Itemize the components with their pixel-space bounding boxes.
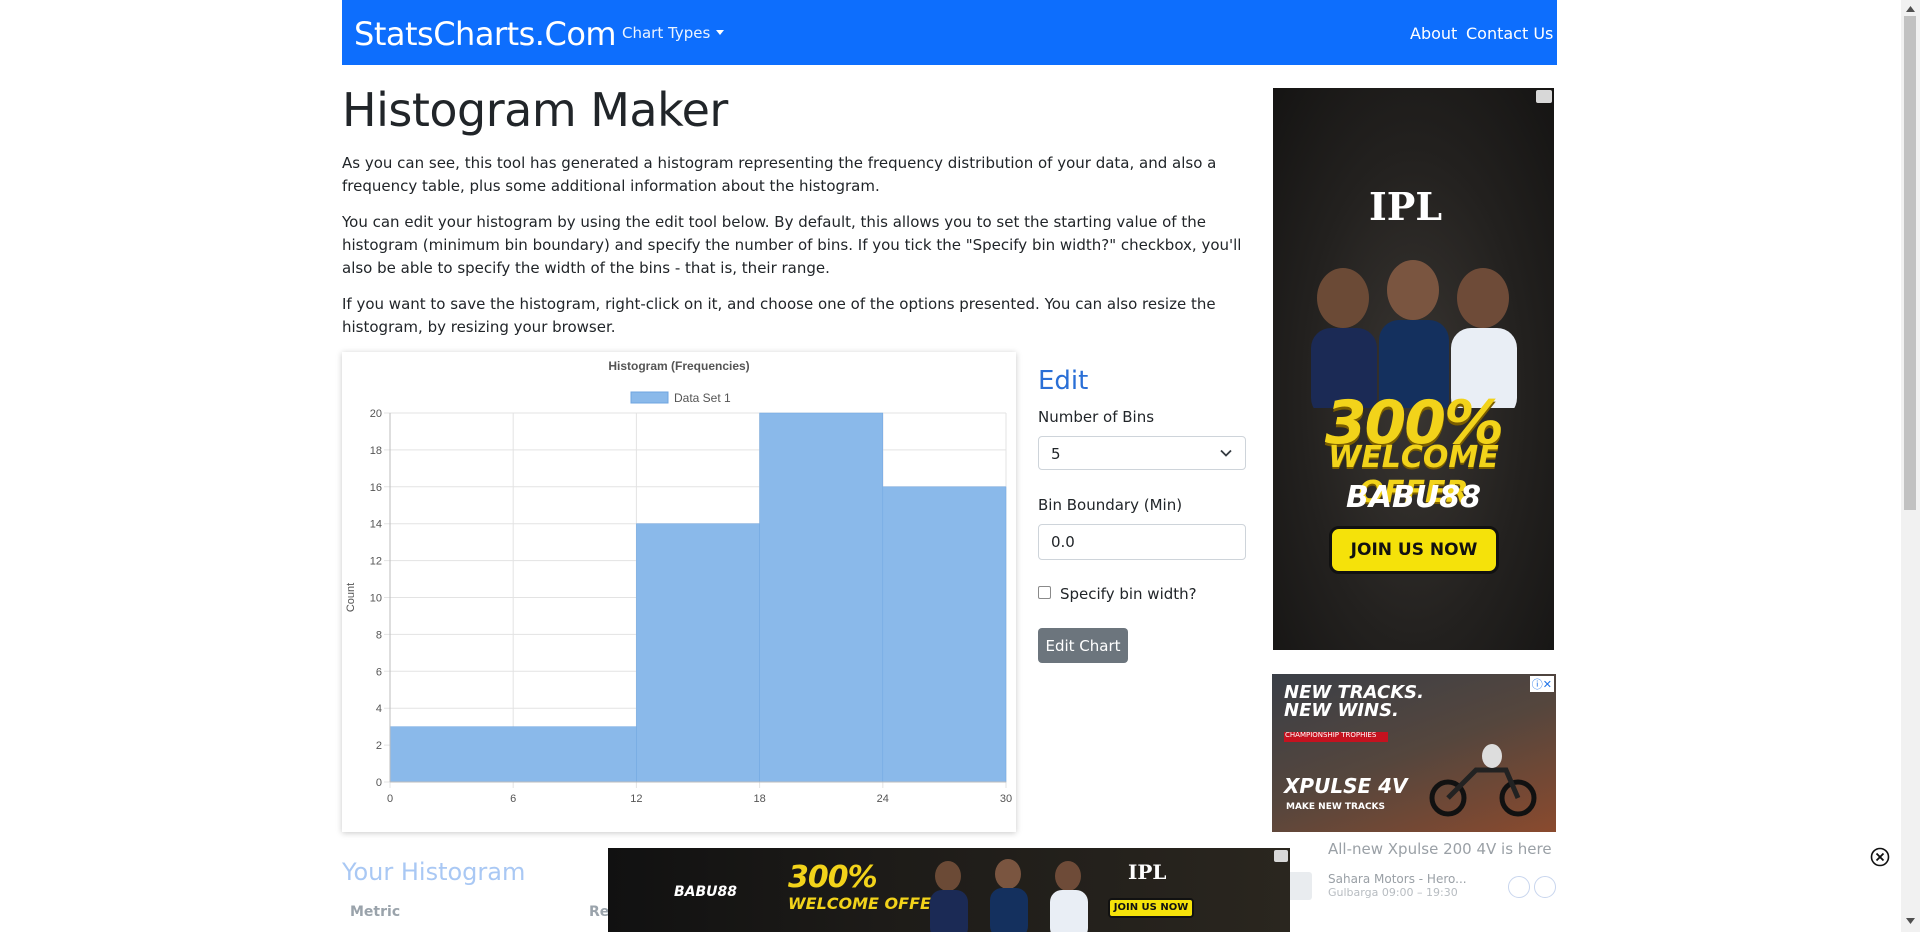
page-title: Histogram Maker [342,83,728,137]
chart-types-dropdown[interactable]: Chart Types [622,24,725,42]
y-tick-label: 16 [370,482,382,494]
metric-column-header: Metric [350,904,401,920]
caret-down-icon [716,30,725,35]
y-tick-label: 18 [370,445,382,457]
banner-brand: BABU88 [674,884,738,900]
y-tick-label: 6 [376,666,382,678]
ipl-side-ad[interactable]: IPL 300% WELCOME OFFER BABU88 JOIN US NO… [1273,88,1554,650]
bike-ad[interactable]: NEW TRACKS. NEW WINS. CHAMPIONSHIP TROPH… [1272,674,1556,832]
bike-ad-line-2: NEW WINS. [1284,700,1399,721]
bin-width-checkbox-label[interactable]: Specify bin width? [1060,585,1197,603]
bike-ad-headline[interactable]: All-new Xpulse 200 4V is here [1328,840,1552,858]
players-image [1311,260,1517,408]
bin-width-checkbox[interactable] [1038,586,1051,599]
y-tick-label: 2 [376,740,382,752]
about-link[interactable]: About [1410,24,1457,43]
bike-tagline: MAKE NEW TRACKS [1286,802,1386,812]
edit-instructions-paragraph: You can edit your histogram by using the… [342,213,1242,277]
edit-heading: Edit [1038,366,1089,396]
close-ad-icon[interactable] [1870,847,1890,867]
chevron-down-icon [1220,449,1232,457]
banner-players-image [930,859,1088,932]
bottom-banner-ad[interactable]: BABU88 300% WELCOME OFFER IPL JOIN US NO… [608,848,1290,932]
bike-ad-strip-text: CHAMPIONSHIP TROPHIES [1285,731,1377,739]
intro-paragraph: As you can see, this tool has generated … [342,154,1217,195]
bins-label: Number of Bins [1038,408,1155,426]
legend-label: Data Set 1 [674,391,731,405]
scroll-up-arrow-icon[interactable] [1906,6,1915,12]
bins-select[interactable]: 5 [1038,436,1246,470]
y-tick-label: 4 [376,703,382,715]
bike-ad-text[interactable]: All-new Xpulse 200 4V is here Sahara Mot… [1272,832,1556,908]
x-tick-label: 6 [510,793,516,805]
bin-boundary-label: Bin Boundary (Min) [1038,496,1183,514]
histogram-bar [759,412,884,783]
histogram-bar [636,523,760,783]
bin-boundary-input[interactable] [1038,524,1246,560]
ad-brand: BABU88 [1345,480,1482,515]
legend-swatch [630,391,669,404]
edit-chart-button[interactable]: Edit Chart [1038,628,1128,663]
scroll-down-arrow-icon[interactable] [1906,918,1915,924]
x-tick-label: 24 [877,793,889,805]
x-tick-label: 12 [630,793,642,805]
save-instructions-paragraph: If you want to save the histogram, right… [342,295,1216,336]
banner-join-button[interactable]: JOIN US NOW [1108,898,1194,918]
y-tick-label: 0 [376,777,382,789]
y-tick-label: 8 [376,629,382,641]
join-now-button[interactable]: JOIN US NOW [1329,526,1499,574]
banner-ipl-logo: IPL [1128,860,1167,884]
histogram-bar [882,486,1007,783]
ad-choices-icon[interactable] [1536,90,1552,103]
histogram-bar [389,726,637,783]
bike-model-name: XPULSE 4V [1284,774,1408,798]
motorbike-image [1429,744,1537,817]
your-histogram-heading: Your Histogram [342,858,526,886]
brand-link[interactable]: StatsCharts.Com [354,15,617,53]
y-tick-label: 10 [370,593,382,605]
banner-offer-percent: 300% [788,860,878,895]
histogram-chart: 024681012141618200 6 12 18 24 30Histogram (Fr… [345,359,1012,805]
x-tick-label: 0 [387,793,393,805]
contact-link[interactable]: Contact Us [1466,24,1553,43]
ipl-logo: IPL [1369,184,1443,229]
histogram-card: 0 2 4 6 8 10 12 14 16 18 20 0 6 12 18 24 30 Histogram (Fr… [342,352,1016,832]
chart-title: Histogram (Frequencies) [608,359,749,373]
banner-ad-choices-icon[interactable] [1274,850,1288,862]
x-tick-label: 18 [753,793,765,805]
directions-icon[interactable] [1508,876,1530,898]
x-tick-label: 30 [1000,793,1012,805]
ad-info-close-icon[interactable]: ⓘ✕ [1529,676,1554,692]
scrollbar-thumb[interactable] [1904,16,1916,510]
navbar: StatsCharts.Com Chart Types About Contac… [342,0,1557,65]
bins-select-value: 5 [1051,445,1061,463]
y-axis-label: Count [345,583,357,612]
next-arrow-icon[interactable] [1534,876,1556,898]
bike-ad-merchant: Sahara Motors - Hero... [1328,872,1467,886]
chart-types-label: Chart Types [622,24,711,42]
bike-ad-location: Gulbarga 09:00 – 19:30 [1328,886,1458,899]
scrollbar[interactable] [1901,0,1920,932]
y-tick-label: 12 [370,556,382,568]
y-tick-label: 20 [370,408,382,420]
y-tick-label: 14 [370,519,382,531]
result-column-header: Re [589,904,610,920]
